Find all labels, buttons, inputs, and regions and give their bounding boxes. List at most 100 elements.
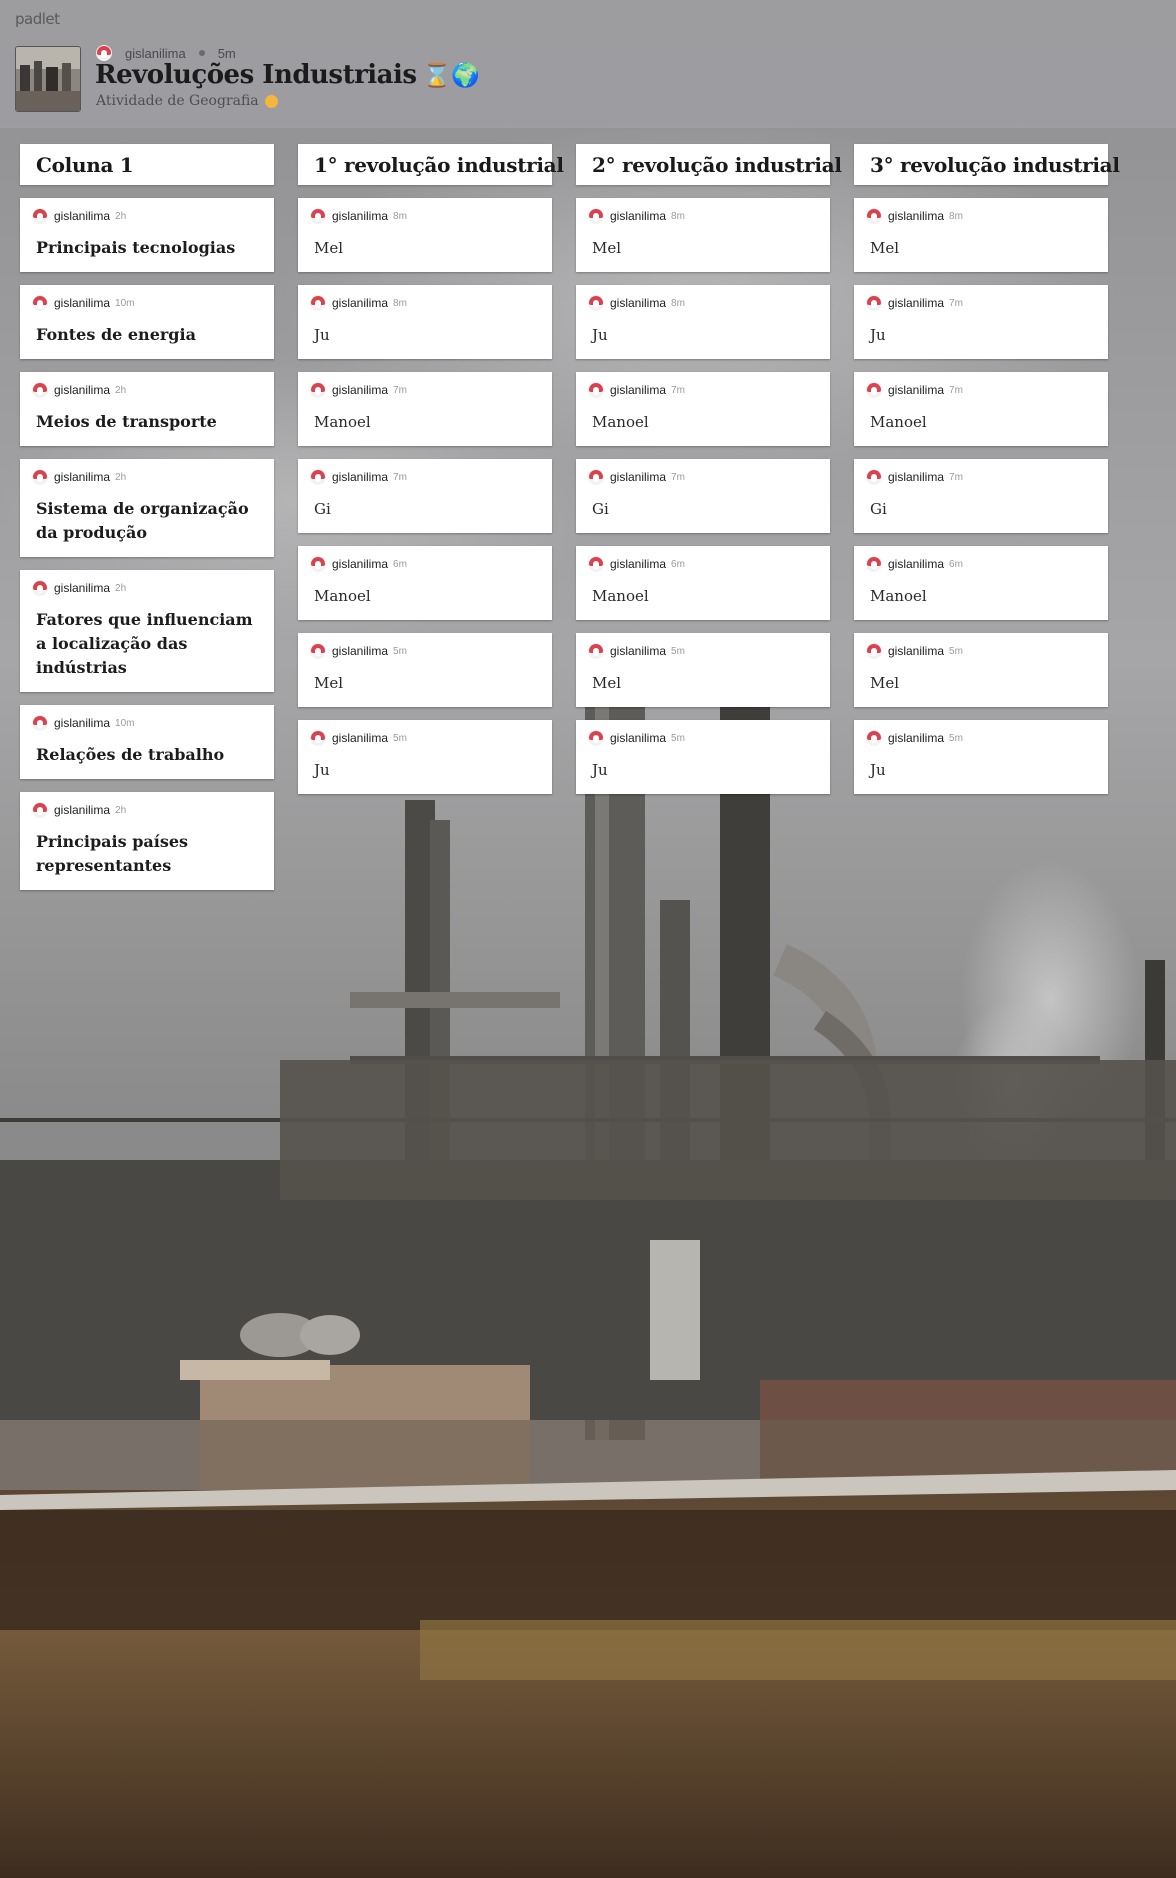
post-card[interactable]: gislanilima 8m Mel bbox=[576, 198, 830, 272]
post-author[interactable]: gislanilima bbox=[54, 581, 110, 595]
post-author[interactable]: gislanilima bbox=[610, 557, 666, 571]
post-header: gislanilima 7m bbox=[588, 469, 814, 485]
column-title[interactable]: 3° revolução industrial bbox=[854, 144, 1120, 185]
post-card[interactable]: gislanilima 2h Principais tecnologias bbox=[20, 198, 274, 272]
column-1-revolucao: 1° revolução industrial gislanilima 8m Mel… bbox=[298, 144, 564, 794]
post-card[interactable]: gislanilima 5m Ju bbox=[298, 720, 552, 794]
post-card[interactable]: gislanilima 2h Principais países represent… bbox=[20, 792, 274, 890]
author-avatar[interactable] bbox=[866, 730, 882, 746]
post-author[interactable]: gislanilima bbox=[610, 470, 666, 484]
post-author[interactable]: gislanilima bbox=[332, 296, 388, 310]
post-author[interactable]: gislanilima bbox=[888, 557, 944, 571]
post-author[interactable]: gislanilima bbox=[888, 383, 944, 397]
post-header: gislanilima 7m bbox=[310, 382, 536, 398]
post-card[interactable]: gislanilima 2h Sistema de organização da p… bbox=[20, 459, 274, 557]
post-author[interactable]: gislanilima bbox=[54, 296, 110, 310]
post-author[interactable]: gislanilima bbox=[610, 644, 666, 658]
post-author[interactable]: gislanilima bbox=[888, 209, 944, 223]
author-avatar[interactable] bbox=[32, 715, 48, 731]
author-avatar[interactable] bbox=[310, 556, 326, 572]
author-avatar[interactable] bbox=[866, 382, 882, 398]
post-card[interactable]: gislanilima 2h Fatores que influenciam a l… bbox=[20, 570, 274, 692]
author-avatar[interactable] bbox=[310, 208, 326, 224]
post-author[interactable]: gislanilima bbox=[332, 209, 388, 223]
post-author[interactable]: gislanilima bbox=[332, 383, 388, 397]
post-author[interactable]: gislanilima bbox=[888, 644, 944, 658]
post-card[interactable]: gislanilima 6m Manoel bbox=[298, 546, 552, 620]
author-avatar[interactable] bbox=[588, 730, 604, 746]
author-avatar[interactable] bbox=[866, 643, 882, 659]
post-author[interactable]: gislanilima bbox=[332, 557, 388, 571]
post-card[interactable]: gislanilima 7m Manoel bbox=[854, 372, 1108, 446]
post-author[interactable]: gislanilima bbox=[54, 383, 110, 397]
author-avatar[interactable] bbox=[96, 45, 112, 61]
post-author[interactable]: gislanilima bbox=[54, 470, 110, 484]
author-avatar[interactable] bbox=[588, 556, 604, 572]
post-card[interactable]: gislanilima 10m Relações de trabalho bbox=[20, 705, 274, 779]
padlet-logo[interactable]: padlet bbox=[15, 10, 60, 28]
post-card[interactable]: gislanilima 2h Meios de transporte bbox=[20, 372, 274, 446]
author-avatar[interactable] bbox=[32, 295, 48, 311]
author-avatar[interactable] bbox=[32, 802, 48, 818]
author-avatar[interactable] bbox=[866, 208, 882, 224]
author-avatar[interactable] bbox=[310, 295, 326, 311]
post-card[interactable]: gislanilima 7m Gi bbox=[576, 459, 830, 533]
post-author[interactable]: gislanilima bbox=[332, 470, 388, 484]
post-card[interactable]: gislanilima 6m Manoel bbox=[854, 546, 1108, 620]
post-author[interactable]: gislanilima bbox=[610, 731, 666, 745]
post-author[interactable]: gislanilima bbox=[888, 731, 944, 745]
board-author[interactable]: gislanilima bbox=[125, 46, 186, 61]
post-author[interactable]: gislanilima bbox=[332, 644, 388, 658]
column-title[interactable]: 1° revolução industrial bbox=[298, 144, 564, 185]
author-avatar[interactable] bbox=[32, 580, 48, 596]
author-avatar[interactable] bbox=[32, 469, 48, 485]
post-time: 8m bbox=[393, 297, 407, 309]
column-title[interactable]: 2° revolução industrial bbox=[576, 144, 842, 185]
post-card[interactable]: gislanilima 5m Ju bbox=[854, 720, 1108, 794]
post-author[interactable]: gislanilima bbox=[332, 731, 388, 745]
author-avatar[interactable] bbox=[588, 469, 604, 485]
post-card[interactable]: gislanilima 8m Mel bbox=[298, 198, 552, 272]
post-card[interactable]: gislanilima 7m Ju bbox=[854, 285, 1108, 359]
author-avatar[interactable] bbox=[32, 208, 48, 224]
post-card[interactable]: gislanilima 5m Mel bbox=[576, 633, 830, 707]
author-avatar[interactable] bbox=[310, 643, 326, 659]
author-avatar[interactable] bbox=[310, 469, 326, 485]
author-avatar[interactable] bbox=[32, 382, 48, 398]
column-title[interactable]: Coluna 1 bbox=[20, 144, 274, 185]
author-avatar[interactable] bbox=[310, 730, 326, 746]
post-card[interactable]: gislanilima 6m Manoel bbox=[576, 546, 830, 620]
post-card[interactable]: gislanilima 8m Ju bbox=[576, 285, 830, 359]
author-avatar[interactable] bbox=[588, 295, 604, 311]
post-author[interactable]: gislanilima bbox=[54, 803, 110, 817]
post-body: Ju bbox=[314, 761, 330, 779]
post-author[interactable]: gislanilima bbox=[610, 383, 666, 397]
post-card[interactable]: gislanilima 5m Mel bbox=[854, 633, 1108, 707]
post-card[interactable]: gislanilima 7m Manoel bbox=[576, 372, 830, 446]
post-card[interactable]: gislanilima 7m Manoel bbox=[298, 372, 552, 446]
author-avatar[interactable] bbox=[588, 643, 604, 659]
post-author[interactable]: gislanilima bbox=[610, 296, 666, 310]
post-time: 8m bbox=[949, 210, 963, 222]
post-author[interactable]: gislanilima bbox=[888, 296, 944, 310]
post-author[interactable]: gislanilima bbox=[888, 470, 944, 484]
post-author[interactable]: gislanilima bbox=[610, 209, 666, 223]
post-card[interactable]: gislanilima 8m Ju bbox=[298, 285, 552, 359]
author-avatar[interactable] bbox=[866, 556, 882, 572]
author-avatar[interactable] bbox=[588, 208, 604, 224]
post-card[interactable]: gislanilima 7m Gi bbox=[298, 459, 552, 533]
author-avatar[interactable] bbox=[866, 295, 882, 311]
post-author[interactable]: gislanilima bbox=[54, 716, 110, 730]
post-card[interactable]: gislanilima 8m Mel bbox=[854, 198, 1108, 272]
board-cover-image[interactable] bbox=[15, 46, 81, 112]
post-card[interactable]: gislanilima 5m Ju bbox=[576, 720, 830, 794]
post-card[interactable]: gislanilima 10m Fontes de energia bbox=[20, 285, 274, 359]
author-avatar[interactable] bbox=[310, 382, 326, 398]
post-header: gislanilima 6m bbox=[310, 556, 536, 572]
author-avatar[interactable] bbox=[588, 382, 604, 398]
post-body: Mel bbox=[870, 674, 900, 692]
author-avatar[interactable] bbox=[866, 469, 882, 485]
post-card[interactable]: gislanilima 7m Gi bbox=[854, 459, 1108, 533]
post-author[interactable]: gislanilima bbox=[54, 209, 110, 223]
post-card[interactable]: gislanilima 5m Mel bbox=[298, 633, 552, 707]
